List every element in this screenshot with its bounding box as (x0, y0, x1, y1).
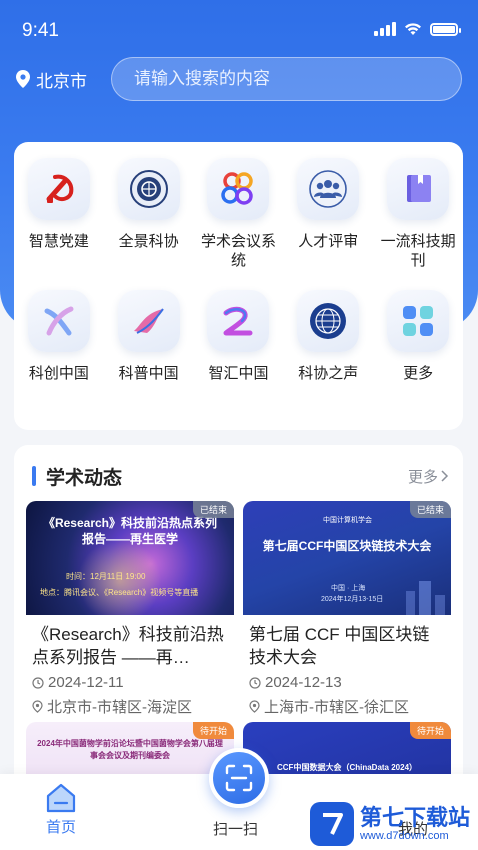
news-card[interactable]: 《Research》科技前沿热点系列报告——再生医学 时间：12月11日 19:… (26, 501, 234, 717)
home-icon (46, 783, 76, 813)
zhihui-logo-icon (207, 290, 270, 352)
status-badge: 待开始 (192, 722, 234, 739)
grid-item-kechuang-china[interactable]: 科创中国 (14, 288, 104, 406)
grid-item-zhihui-china[interactable]: 智汇中国 (194, 288, 284, 406)
people-group-icon (297, 158, 360, 220)
search-input[interactable] (134, 69, 461, 89)
clock-icon (249, 676, 261, 689)
more-label: 更多 (407, 468, 438, 486)
party-emblem-icon (27, 158, 90, 220)
journal-book-icon (387, 158, 450, 220)
news-date: 2024-12-11 (26, 674, 234, 691)
status-badge: 待开始 (409, 722, 451, 739)
news-place: 北京市-市辖区-海淀区 (26, 696, 234, 717)
location-pin-icon (16, 70, 30, 88)
news-cover-image: 《Research》科技前沿热点系列报告——再生医学 时间：12月11日 19:… (26, 501, 234, 615)
grid-item-label: 人才评审 (298, 233, 359, 250)
tab-scan[interactable]: 扫一扫 (213, 818, 258, 839)
location-pin-icon (249, 700, 260, 713)
academic-news-section: 学术动态 更多 《Research》科技前沿热点系列报告——再生医学 时间：12… (14, 445, 463, 836)
scan-button[interactable] (209, 748, 269, 808)
wifi-icon (405, 23, 421, 35)
grid-item-voice-of-association[interactable]: 科协之声 (283, 288, 373, 406)
cover-city: 中国 · 上海 (331, 585, 366, 592)
news-cover-image: 中国计算机学会 第七届CCF中国区块链技术大会 中国 · 上海 2024年12月… (243, 501, 451, 615)
globe-seal-icon (297, 290, 360, 352)
grid-item-label: 学术会议系统 (200, 233, 276, 269)
news-date-text: 2024-12-11 (48, 674, 124, 691)
status-time: 9:41 (22, 20, 59, 41)
function-grid-card: 智慧党建 全景科协 学术会议系统 人才评审 一流科技期刊 科创中国 科普中国 智… (14, 142, 463, 430)
news-date-text: 2024-12-13 (265, 674, 342, 691)
kepu-logo-icon (117, 290, 180, 352)
cover-title: 2024年中国菌物学前沿论坛暨中国菌物学会第八届理事会会议及期刊编委会 (37, 739, 223, 760)
news-place-text: 上海市-市辖区-徐汇区 (264, 699, 409, 716)
watermark-name: 第七下载站 (359, 805, 470, 830)
tab-home[interactable]: 首页 (44, 782, 78, 837)
news-title: 第七届 CCF 中国区块链技术大会 (249, 625, 430, 667)
network-rings-icon (207, 158, 270, 220)
search-box[interactable] (111, 57, 462, 101)
news-date: 2024-12-13 (243, 674, 451, 691)
clock-icon (32, 676, 44, 689)
tab-home-label: 首页 (45, 819, 76, 836)
watermark-logo-icon (309, 802, 354, 846)
section-header: 学术动态 更多 (32, 463, 449, 489)
kechuang-logo-icon (27, 290, 90, 352)
more-link[interactable]: 更多 (408, 466, 449, 487)
cover-title: 《Research》科技前沿热点系列报告——再生医学 (42, 516, 218, 546)
grid-item-talent-review[interactable]: 人才评审 (283, 156, 373, 274)
grid-item-label: 全景科协 (118, 233, 179, 250)
location-selector[interactable]: 北京市 (16, 67, 111, 92)
more-grid-icon (387, 290, 450, 352)
cover-place: 地点：腾讯会议、《Research》视频号等直播 (40, 588, 199, 597)
grid-item-label: 更多 (403, 365, 434, 382)
news-card[interactable]: 中国计算机学会 第七届CCF中国区块链技术大会 中国 · 上海 2024年12月… (243, 501, 451, 717)
scan-icon (225, 764, 253, 792)
cover-org: 中国计算机学会 (323, 517, 372, 524)
status-bar: 9:41 (0, 18, 478, 44)
grid-item-party-building[interactable]: 智慧党建 (14, 156, 104, 274)
cover-title: 第七届CCF中国区块链技术大会 (262, 539, 432, 553)
grid-item-label: 智汇中国 (208, 365, 269, 382)
news-place-text: 北京市-市辖区-海淀区 (47, 699, 192, 716)
site-watermark: 第七下载站 www.d7down.com (309, 802, 470, 846)
association-seal-icon (117, 158, 180, 220)
cellular-signal-icon (374, 22, 396, 36)
cover-date: 2024年12月13-15日 (321, 596, 384, 603)
news-place: 上海市-市辖区-徐汇区 (243, 696, 451, 717)
grid-item-label: 科创中国 (28, 365, 89, 382)
watermark-url: www.d7down.com (359, 830, 449, 842)
section-title: 学术动态 (46, 467, 123, 489)
grid-item-kepu-china[interactable]: 科普中国 (104, 288, 194, 406)
location-search-bar: 北京市 (16, 56, 462, 102)
grid-item-academic-conference[interactable]: 学术会议系统 (194, 156, 284, 274)
grid-item-more[interactable]: 更多 (373, 288, 463, 406)
grid-item-panorama-association[interactable]: 全景科协 (104, 156, 194, 274)
grid-item-label: 一流科技期刊 (380, 233, 456, 269)
news-title: 《Research》科技前沿热点系列报告 ——再… (32, 625, 224, 667)
status-badge: 已结束 (409, 501, 451, 518)
grid-item-journals[interactable]: 一流科技期刊 (373, 156, 463, 274)
section-accent-bar (32, 466, 36, 486)
location-pin-icon (32, 700, 43, 713)
cover-time: 时间：12月11日 19:00 (66, 572, 146, 581)
status-badge: 已结束 (192, 501, 234, 518)
grid-item-label: 智慧党建 (28, 233, 89, 250)
grid-item-label: 科协之声 (298, 365, 359, 382)
tab-scan-label: 扫一扫 (213, 821, 259, 838)
battery-icon (430, 22, 461, 36)
location-label: 北京市 (36, 71, 87, 91)
grid-item-label: 科普中国 (118, 365, 179, 382)
cover-title: CCF中国数据大会（ChinaData 2024） (277, 763, 418, 772)
chevron-right-icon (441, 470, 449, 482)
